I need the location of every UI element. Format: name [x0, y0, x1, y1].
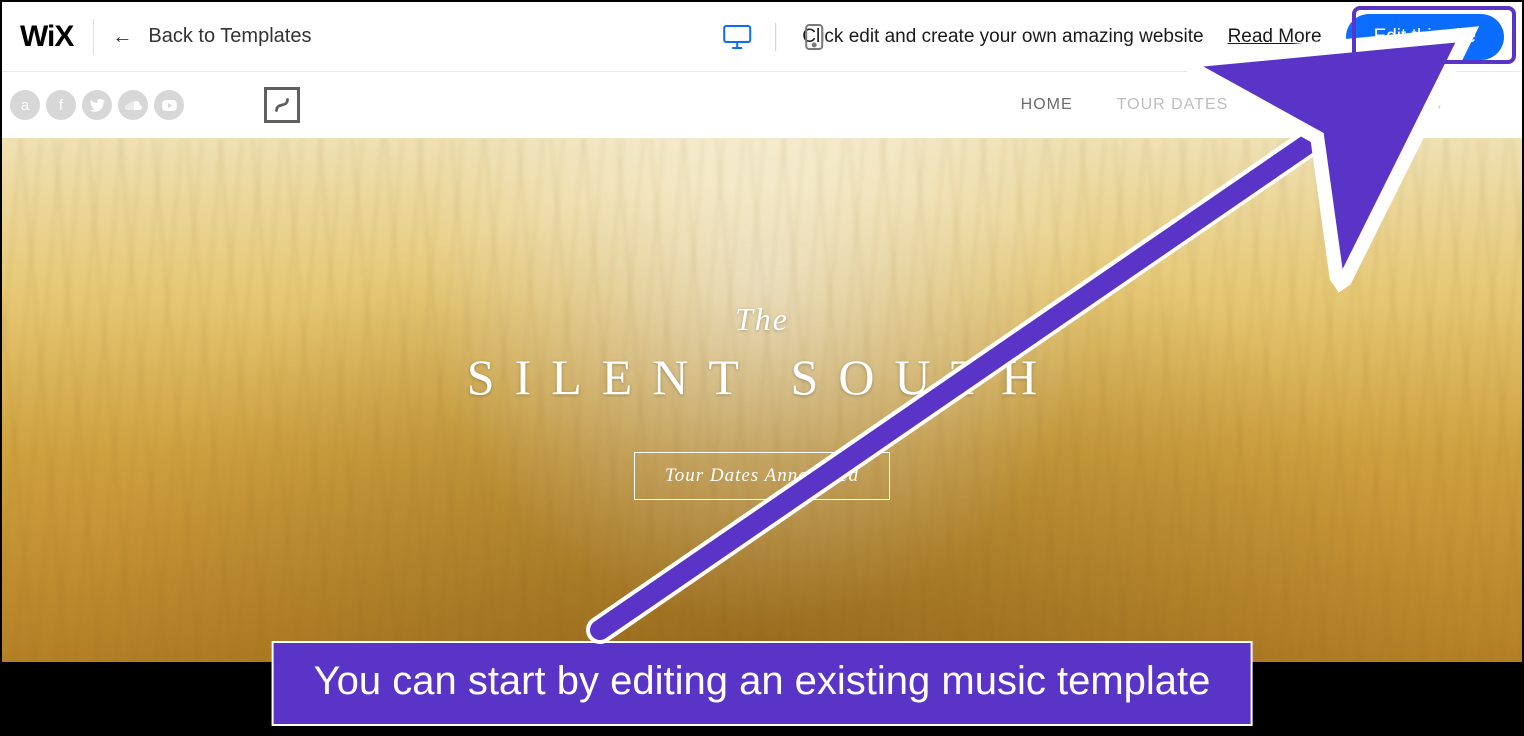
- annotation-callout: You can start by editing an existing mus…: [272, 641, 1253, 726]
- site-nav: HOME TOUR DATES VIDEOS PRESS: [1021, 96, 1502, 114]
- read-more-link[interactable]: Read More: [1228, 26, 1322, 48]
- device-preview-switch: [707, 2, 844, 71]
- nav-videos[interactable]: VIDEOS: [1272, 96, 1338, 114]
- desktop-preview-icon[interactable]: [707, 24, 767, 50]
- soundcloud-icon[interactable]: [118, 90, 148, 120]
- nav-tour-dates[interactable]: TOUR DATES: [1117, 96, 1229, 114]
- hero-section: The SILENT SOUTH Tour Dates Announced: [2, 138, 1522, 662]
- back-arrow-icon: ←: [112, 27, 132, 47]
- wix-logo: WiX: [20, 20, 73, 54]
- edit-this-site-button[interactable]: Edit this site: [1346, 14, 1504, 60]
- promo-text: Click edit and create your own amazing w…: [802, 26, 1203, 48]
- top-bar-right: Click edit and create your own amazing w…: [802, 14, 1504, 60]
- nav-press[interactable]: PRESS: [1383, 96, 1442, 114]
- tour-dates-cta-button[interactable]: Tour Dates Announced: [634, 452, 890, 500]
- mobile-preview-icon[interactable]: [784, 23, 844, 51]
- template-header: a f HOME TOUR DATES VIDEOS PRESS: [2, 72, 1522, 138]
- back-label: Back to Templates: [148, 25, 311, 48]
- band-logo-icon[interactable]: [264, 87, 300, 123]
- social-icons: a f: [10, 90, 184, 120]
- youtube-icon[interactable]: [154, 90, 184, 120]
- twitter-icon[interactable]: [82, 90, 112, 120]
- nav-home[interactable]: HOME: [1021, 96, 1073, 114]
- amazon-icon[interactable]: a: [10, 90, 40, 120]
- wix-top-bar: WiX ← Back to Templates Click edit and c…: [2, 2, 1522, 72]
- hero-title: SILENT SOUTH: [467, 348, 1057, 406]
- back-to-templates-link[interactable]: ← Back to Templates: [93, 19, 311, 55]
- facebook-icon[interactable]: f: [46, 90, 76, 120]
- hero-supertitle: The: [735, 301, 789, 338]
- device-divider: [775, 23, 776, 51]
